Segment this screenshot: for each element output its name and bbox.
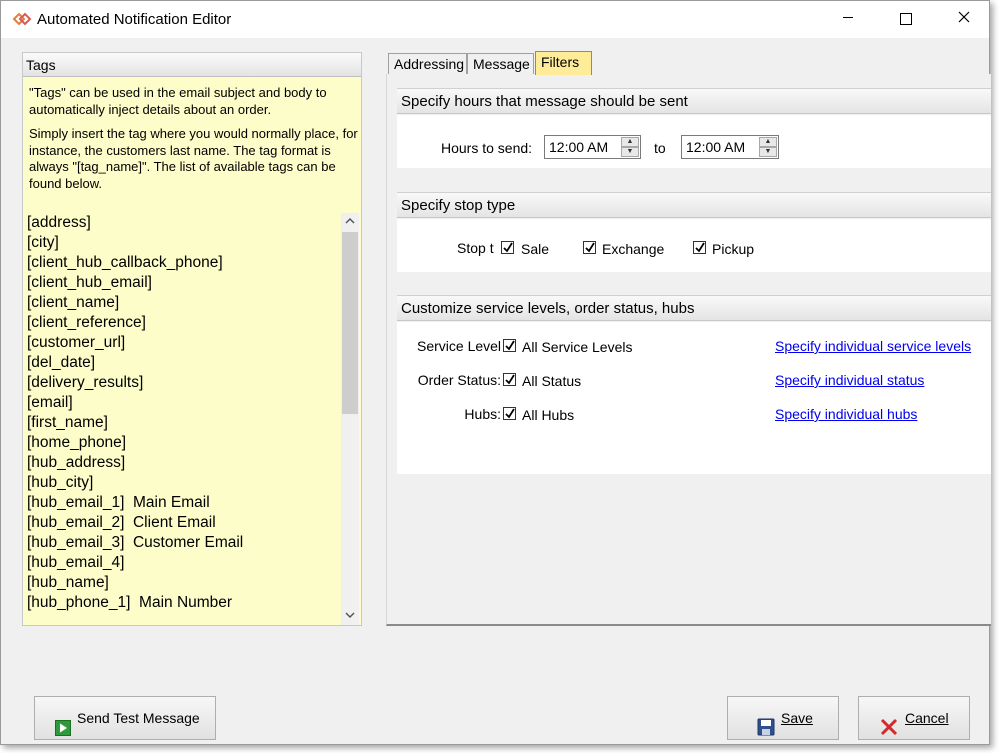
all-hubs-label: All Hubs bbox=[522, 407, 575, 423]
stop-type-label: Stop type: bbox=[457, 240, 494, 256]
tag-item[interactable]: [hub_city] bbox=[27, 473, 339, 493]
scroll-up-button[interactable] bbox=[341, 213, 359, 231]
cancel-label: Cancel bbox=[905, 710, 949, 726]
hours-to-input[interactable]: 12:00 AM ▲ ▼ bbox=[681, 135, 779, 159]
specify-hubs-link[interactable]: Specify individual hubs bbox=[775, 406, 917, 422]
stop-type-section-header: Specify stop type bbox=[397, 192, 991, 218]
tag-item[interactable]: [first_name] bbox=[27, 413, 339, 433]
save-label: Save bbox=[781, 710, 813, 726]
tag-list-scrollbar[interactable] bbox=[341, 213, 359, 625]
tag-item[interactable]: [address] bbox=[27, 213, 339, 233]
tag-item[interactable]: [hub_email_3] Customer Email bbox=[27, 533, 339, 553]
tab-filters[interactable]: Filters bbox=[535, 51, 592, 75]
scroll-thumb[interactable] bbox=[342, 232, 358, 414]
all-status-label: All Status bbox=[522, 373, 582, 389]
tag-item[interactable]: [hub_phone_1] Main Number bbox=[27, 593, 339, 613]
tag-item[interactable]: [client_hub_email] bbox=[27, 273, 339, 293]
send-test-message-button[interactable]: Send Test Message bbox=[34, 696, 216, 740]
cancel-button[interactable]: Cancel bbox=[858, 696, 970, 740]
tags-description: "Tags" can be used in the email subject … bbox=[29, 85, 359, 200]
editor-window: Automated Notification Editor Tags "Tags… bbox=[0, 0, 991, 745]
hubs-label: Hubs: bbox=[464, 406, 501, 422]
checkmark-icon bbox=[505, 374, 515, 385]
checkmark-icon bbox=[695, 242, 705, 253]
send-test-message-label: Send Test Message bbox=[77, 710, 200, 726]
close-icon bbox=[958, 11, 970, 23]
chevron-up-icon bbox=[345, 218, 355, 224]
hours-to-spinner: ▲ ▼ bbox=[759, 137, 777, 157]
checkmark-icon bbox=[505, 340, 515, 351]
exchange-label: Exchange bbox=[602, 241, 665, 257]
tag-item[interactable]: [del_date] bbox=[27, 353, 339, 373]
app-logo-icon bbox=[12, 11, 32, 27]
pickup-label: Pickup bbox=[712, 241, 755, 257]
tab-addressing[interactable]: Addressing bbox=[388, 53, 467, 74]
minimize-icon bbox=[843, 17, 853, 18]
tag-item[interactable]: [city] bbox=[27, 233, 339, 253]
tags-description-usage: Simply insert the tag where you would no… bbox=[29, 126, 358, 191]
red-x-icon bbox=[880, 710, 898, 752]
hours-from-input[interactable]: 12:00 AM ▲ ▼ bbox=[544, 135, 641, 159]
pickup-checkbox[interactable] bbox=[693, 241, 706, 254]
all-service-levels-checkbox[interactable] bbox=[503, 339, 516, 352]
all-service-levels-label: All Service Levels bbox=[522, 339, 633, 355]
maximize-button[interactable] bbox=[883, 1, 929, 38]
tag-list[interactable]: [address] [city] [client_hub_callback_ph… bbox=[27, 213, 339, 623]
levels-section-header: Customize service levels, order status, … bbox=[397, 295, 991, 321]
hours-to-up-button[interactable]: ▲ bbox=[759, 137, 777, 147]
all-hubs-checkbox[interactable] bbox=[503, 407, 516, 420]
checkmark-icon bbox=[503, 242, 513, 253]
title-bar: Automated Notification Editor bbox=[1, 1, 989, 38]
checkmark-icon bbox=[585, 242, 595, 253]
tag-item[interactable]: [client_reference] bbox=[27, 313, 339, 333]
all-status-checkbox[interactable] bbox=[503, 373, 516, 386]
tag-item[interactable]: [client_name] bbox=[27, 293, 339, 313]
hours-from-down-button[interactable]: ▼ bbox=[621, 147, 639, 157]
levels-section-body: Service Level: All Service Levels Specif… bbox=[397, 322, 991, 474]
tags-header: Tags bbox=[23, 53, 361, 77]
hours-to-down-button[interactable]: ▼ bbox=[759, 147, 777, 157]
window-title: Automated Notification Editor bbox=[37, 11, 232, 28]
specify-service-levels-link[interactable]: Specify individual service levels bbox=[775, 338, 971, 354]
hours-from-up-button[interactable]: ▲ bbox=[621, 137, 639, 147]
order-status-label: Order Status: bbox=[417, 372, 501, 388]
chevron-down-icon bbox=[345, 612, 355, 618]
tag-item[interactable]: [client_hub_callback_phone] bbox=[27, 253, 339, 273]
tab-message[interactable]: Message bbox=[467, 53, 534, 74]
sale-label: Sale bbox=[521, 241, 550, 257]
tag-item[interactable]: [customer_url] bbox=[27, 333, 339, 353]
checkmark-icon bbox=[505, 408, 515, 419]
specify-status-link[interactable]: Specify individual status bbox=[775, 372, 924, 388]
close-button[interactable] bbox=[941, 1, 987, 38]
tag-item[interactable]: [delivery_results] bbox=[27, 373, 339, 393]
sale-checkbox[interactable] bbox=[501, 241, 514, 254]
floppy-disk-icon bbox=[757, 710, 775, 752]
hours-from-spinner: ▲ ▼ bbox=[621, 137, 639, 157]
hours-from-value: 12:00 AM bbox=[549, 139, 609, 155]
exchange-checkbox[interactable] bbox=[583, 241, 596, 254]
tag-item[interactable]: [hub_name] bbox=[27, 573, 339, 593]
stop-type-section-body: Stop type: Sale Exchange Pickup bbox=[397, 219, 991, 272]
tag-item[interactable]: [hub_email_2] Client Email bbox=[27, 513, 339, 533]
tag-item[interactable]: [email] bbox=[27, 393, 339, 413]
save-button[interactable]: Save bbox=[727, 696, 839, 740]
tag-item[interactable]: [hub_email_1] Main Email bbox=[27, 493, 339, 513]
minimize-button[interactable] bbox=[825, 1, 871, 38]
tags-description-intro: "Tags" can be used in the email subject … bbox=[29, 85, 327, 117]
tag-item[interactable]: [home_phone] bbox=[27, 433, 339, 453]
hours-to-value: 12:00 AM bbox=[686, 139, 746, 155]
maximize-icon bbox=[900, 12, 912, 25]
hours-to-label: to bbox=[654, 140, 666, 156]
tag-item[interactable]: [hub_address] bbox=[27, 453, 339, 473]
hours-section-body: Hours to send: 12:00 AM ▲ ▼ to 12:00 AM … bbox=[397, 115, 991, 168]
tag-item[interactable]: [hub_email_4] bbox=[27, 553, 339, 573]
play-icon bbox=[55, 710, 71, 752]
scroll-down-button[interactable] bbox=[341, 607, 359, 625]
service-level-label: Service Level: bbox=[417, 338, 501, 354]
hours-section-header: Specify hours that message should be sen… bbox=[397, 88, 991, 114]
tags-panel: Tags "Tags" can be used in the email sub… bbox=[22, 52, 362, 626]
hours-to-send-label: Hours to send: bbox=[441, 140, 533, 156]
